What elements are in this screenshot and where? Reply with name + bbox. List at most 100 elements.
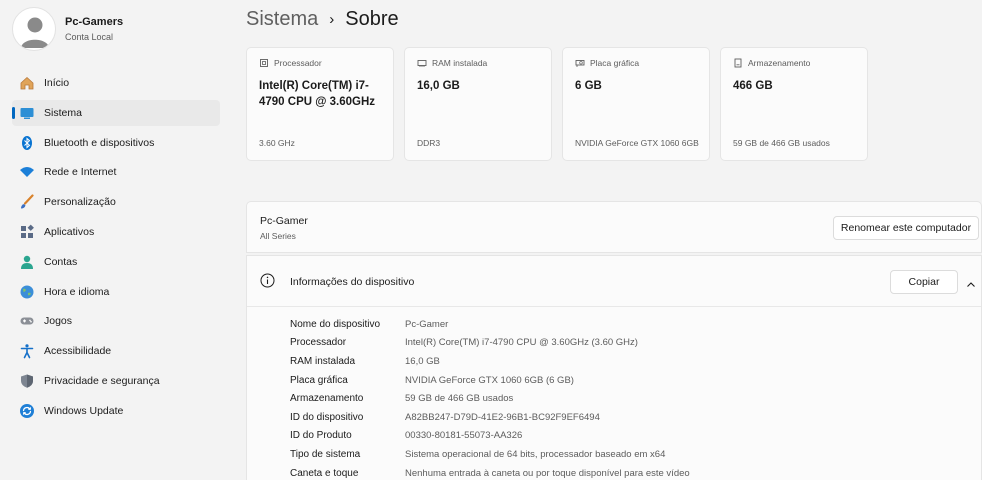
rename-pc-button[interactable]: Renomear este computador xyxy=(833,216,979,240)
sidebar-item-label: Acessibilidade xyxy=(44,345,112,358)
system-icon xyxy=(18,104,35,121)
sidebar-item-label: Privacidade e segurança xyxy=(44,374,160,387)
user-silhouette-icon xyxy=(21,17,49,48)
copy-button[interactable]: Copiar xyxy=(890,270,958,294)
spec-row: RAM instalada 16,0 GB xyxy=(290,352,690,371)
card-subtitle: DDR3 xyxy=(417,138,441,148)
pc-name-panel: Pc-Gamer All Series Renomear este comput… xyxy=(246,201,982,253)
sidebar-item-acessibilidade[interactable]: Acessibilidade xyxy=(12,338,220,364)
gamepad-icon xyxy=(18,313,35,330)
avatar xyxy=(12,7,56,51)
sidebar-item-contas[interactable]: Contas xyxy=(12,249,220,275)
spec-value: Sistema operacional de 64 bits, processa… xyxy=(405,448,666,460)
globe-icon xyxy=(18,283,35,300)
gpu-icon xyxy=(575,58,585,68)
spec-label: Tipo de sistema xyxy=(290,448,361,460)
spec-label: Processador xyxy=(290,337,347,349)
account-icon xyxy=(18,253,35,270)
brush-icon xyxy=(18,194,35,211)
spec-label: Nome do dispositivo xyxy=(290,318,381,330)
spec-value: Pc-Gamer xyxy=(405,318,449,330)
card-value: 16,0 GB xyxy=(417,80,460,92)
card-title: Processador xyxy=(274,58,322,68)
spec-value: 16,0 GB xyxy=(405,355,440,367)
shield-icon xyxy=(18,372,35,389)
spec-label: Placa gráfica xyxy=(290,374,348,386)
info-icon xyxy=(260,273,275,293)
spec-label: RAM instalada xyxy=(290,355,356,367)
pc-model: All Series xyxy=(260,231,296,241)
sidebar-item-label: Contas xyxy=(44,255,78,268)
sidebar-item-jogos[interactable]: Jogos xyxy=(12,308,220,334)
breadcrumb: Sistema › Sobre xyxy=(246,8,399,31)
card-title: Placa gráfica xyxy=(590,58,640,68)
sidebar-nav: Início Sistema Bluetooth e dispositivos … xyxy=(12,70,220,428)
sidebar-item-rede[interactable]: Rede e Internet xyxy=(12,159,220,185)
card-gpu: Placa gráfica 6 GB NVIDIA GeForce GTX 10… xyxy=(562,47,710,161)
spec-row: ID do Produto 00330-80181-55073-AA326 xyxy=(290,427,690,446)
storage-icon xyxy=(733,58,743,68)
sidebar-item-personalizacao[interactable]: Personalização xyxy=(12,189,220,215)
apps-icon xyxy=(18,223,35,240)
spec-value: 00330-80181-55073-AA326 xyxy=(405,430,523,442)
spec-row: Processador Intel(R) Core(TM) i7-4790 CP… xyxy=(290,334,690,353)
spec-label: Caneta e toque xyxy=(290,467,359,479)
spec-cards: Processador Intel(R) Core(TM) i7-4790 CP… xyxy=(246,47,878,161)
device-info-title: Informações do dispositivo xyxy=(290,276,415,288)
spec-row: Armazenamento 59 GB de 466 GB usados xyxy=(290,389,690,408)
sidebar-item-label: Rede e Internet xyxy=(44,166,117,179)
sidebar-item-sistema[interactable]: Sistema xyxy=(12,99,220,126)
sidebar-item-label: Sistema xyxy=(44,106,82,119)
sidebar-item-label: Personalização xyxy=(44,196,116,209)
wifi-icon xyxy=(18,164,35,181)
card-title: RAM instalada xyxy=(432,58,488,68)
home-icon xyxy=(18,75,35,92)
spec-row: Nome do dispositivo Pc-Gamer xyxy=(290,315,690,334)
device-info-panel: Informações do dispositivo Copiar Nome d… xyxy=(246,255,982,480)
sidebar-item-inicio[interactable]: Início xyxy=(12,70,220,96)
card-subtitle: 59 GB de 466 GB usados xyxy=(733,138,830,148)
processor-icon xyxy=(259,58,269,68)
device-info-header[interactable]: Informações do dispositivo Copiar xyxy=(247,256,981,307)
spec-row: Caneta e toque Nenhuma entrada à caneta … xyxy=(290,464,690,480)
spec-value: A82BB247-D79D-41E2-96B1-BC92F9EF6494 xyxy=(405,411,600,423)
card-subtitle: 3.60 GHz xyxy=(259,138,295,148)
sidebar-item-hora-idioma[interactable]: Hora e idioma xyxy=(12,279,220,305)
pc-name: Pc-Gamer xyxy=(260,215,308,227)
main-content: Sistema › Sobre Processador Intel(R) Cor… xyxy=(246,0,982,480)
spec-label: Armazenamento xyxy=(290,393,364,405)
profile-account-type: Conta Local xyxy=(65,32,114,42)
profile-name: Pc-Gamers xyxy=(65,16,124,28)
user-profile[interactable]: Pc-Gamers Conta Local xyxy=(12,7,123,51)
card-title: Armazenamento xyxy=(748,58,811,68)
sidebar-item-windows-update[interactable]: Windows Update xyxy=(12,398,220,424)
spec-row: ID do dispositivo A82BB247-D79D-41E2-96B… xyxy=(290,408,690,427)
update-icon xyxy=(18,402,35,419)
spec-value: Nenhuma entrada à caneta ou por toque di… xyxy=(405,467,690,479)
sidebar-item-label: Windows Update xyxy=(44,404,124,417)
breadcrumb-parent[interactable]: Sistema xyxy=(246,8,318,31)
card-storage: Armazenamento 466 GB 59 GB de 466 GB usa… xyxy=(720,47,868,161)
sidebar-item-aplicativos[interactable]: Aplicativos xyxy=(12,219,220,245)
sidebar-item-label: Aplicativos xyxy=(44,225,95,238)
spec-value: NVIDIA GeForce GTX 1060 6GB (6 GB) xyxy=(405,374,574,386)
sidebar-item-privacidade[interactable]: Privacidade e segurança xyxy=(12,368,220,394)
bluetooth-icon xyxy=(18,134,35,151)
card-subtitle: NVIDIA GeForce GTX 1060 6GB xyxy=(575,138,699,148)
spec-label: ID do Produto xyxy=(290,430,352,442)
sidebar-item-label: Hora e idioma xyxy=(44,285,110,298)
spec-row: Tipo de sistema Sistema operacional de 6… xyxy=(290,445,690,464)
accessibility-icon xyxy=(18,343,35,360)
card-value: Intel(R) Core(TM) i7-4790 CPU @ 3.60GHz xyxy=(259,80,376,108)
sidebar-item-label: Jogos xyxy=(44,315,73,328)
ram-icon xyxy=(417,58,427,68)
breadcrumb-separator: › xyxy=(329,11,335,28)
card-processor: Processador Intel(R) Core(TM) i7-4790 CP… xyxy=(246,47,394,161)
card-value: 466 GB xyxy=(733,80,773,92)
device-specs-list: Nome do dispositivo Pc-Gamer Processador… xyxy=(290,315,690,480)
sidebar: Pc-Gamers Conta Local Início Sistema Blu… xyxy=(0,0,232,480)
card-ram: RAM instalada 16,0 GB DDR3 xyxy=(404,47,552,161)
spec-row: Placa gráfica NVIDIA GeForce GTX 1060 6G… xyxy=(290,371,690,390)
chevron-up-icon[interactable] xyxy=(966,277,976,295)
sidebar-item-bluetooth[interactable]: Bluetooth e dispositivos xyxy=(12,130,220,156)
